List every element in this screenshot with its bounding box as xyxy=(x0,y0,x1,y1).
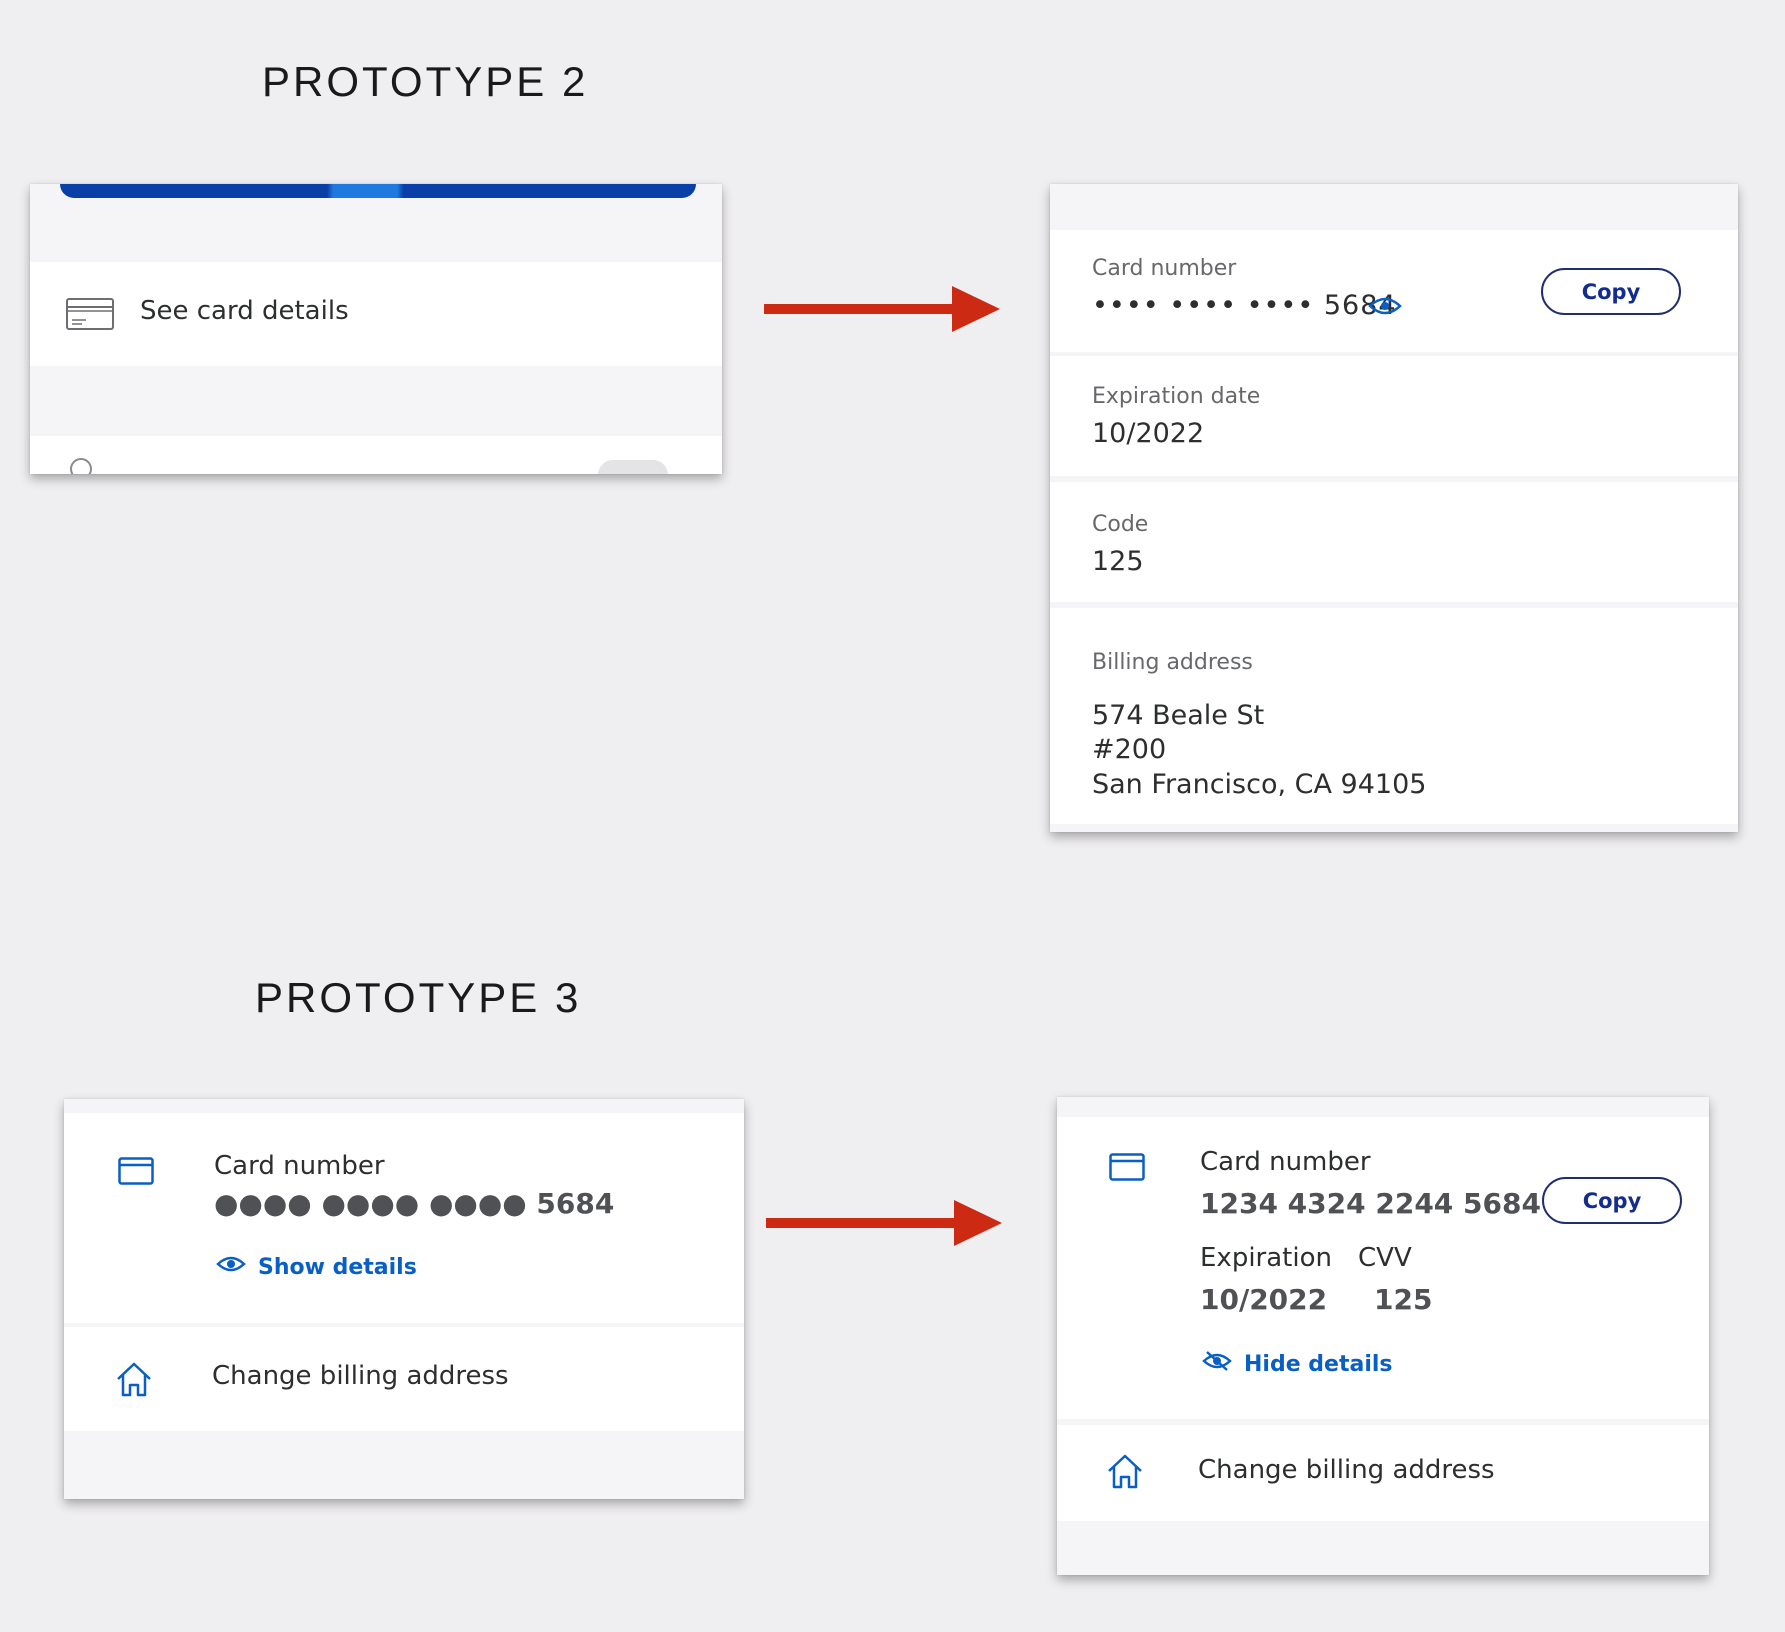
code-label: Code xyxy=(1092,512,1149,537)
toggle-switch[interactable] xyxy=(598,460,668,474)
billing-line-1: 574 Beale St xyxy=(1092,700,1265,731)
card-number-row: Card number •••• •••• •••• 5684 Copy xyxy=(1050,230,1738,352)
card-number-label: Card number xyxy=(1200,1147,1371,1177)
change-billing-label: Change billing address xyxy=(1198,1455,1495,1485)
expiration-row: Expiration date 10/2022 xyxy=(1050,356,1738,476)
card-number-value: •••• •••• •••• 5684 xyxy=(1092,290,1397,321)
p2-after-panel: Card number •••• •••• •••• 5684 Copy Exp… xyxy=(1050,184,1738,832)
see-card-details-label: See card details xyxy=(140,296,349,326)
partial-row xyxy=(30,436,722,474)
eye-icon[interactable] xyxy=(1368,294,1402,322)
card-outline-icon xyxy=(66,298,114,334)
eye-off-icon xyxy=(1202,1349,1232,1379)
arrow-right-icon xyxy=(764,286,1000,332)
home-icon xyxy=(1105,1451,1145,1495)
code-row: Code 125 xyxy=(1050,482,1738,602)
code-value: 125 xyxy=(1092,546,1144,577)
p3-after-panel: Card number 1234 4324 2244 5684 Copy Exp… xyxy=(1057,1097,1709,1575)
see-card-details-row[interactable]: See card details xyxy=(30,262,722,366)
card-number-full: 1234 4324 2244 5684 xyxy=(1200,1187,1541,1220)
copy-button[interactable]: Copy xyxy=(1541,268,1681,315)
expiration-value: 10/2022 xyxy=(1092,418,1205,449)
copy-button[interactable]: Copy xyxy=(1542,1177,1682,1224)
change-billing-row[interactable]: Change billing address xyxy=(64,1327,744,1431)
cvv-value: 125 xyxy=(1374,1283,1433,1316)
prototype-2-heading: PROTOTYPE 2 xyxy=(262,58,589,105)
card-number-label: Card number xyxy=(214,1151,385,1181)
card-icon xyxy=(118,1157,154,1189)
change-billing-label: Change billing address xyxy=(212,1361,509,1391)
card-icon xyxy=(1109,1153,1145,1185)
expiration-value: 10/2022 xyxy=(1200,1283,1328,1316)
expiration-label: Expiration date xyxy=(1092,384,1261,409)
fingerprint-icon xyxy=(70,458,92,474)
billing-line-3: San Francisco, CA 94105 xyxy=(1092,769,1427,800)
billing-address-label: Billing address xyxy=(1092,650,1253,675)
hide-details-link[interactable]: Hide details xyxy=(1202,1349,1393,1379)
card-number-row: Card number ●●●● ●●●● ●●●● 5684 Show det… xyxy=(64,1113,744,1323)
p2-before-panel: See card details xyxy=(30,184,722,474)
hide-details-label: Hide details xyxy=(1244,1351,1393,1377)
card-number-masked: ●●●● ●●●● ●●●● 5684 xyxy=(214,1187,615,1220)
billing-line-2: #200 xyxy=(1092,734,1167,765)
show-details-link[interactable]: Show details xyxy=(216,1253,417,1281)
change-billing-row[interactable]: Change billing address xyxy=(1057,1425,1709,1521)
card-details-row: Card number 1234 4324 2244 5684 Copy Exp… xyxy=(1057,1117,1709,1419)
expiration-label: Expiration xyxy=(1200,1243,1332,1273)
show-details-label: Show details xyxy=(258,1254,417,1280)
arrow-right-icon xyxy=(766,1200,1002,1246)
eye-icon xyxy=(216,1253,246,1281)
card-number-label: Card number xyxy=(1092,256,1237,281)
home-icon xyxy=(114,1359,154,1403)
cvv-label: CVV xyxy=(1358,1243,1412,1273)
card-image-edge xyxy=(60,184,696,198)
p3-before-panel: Card number ●●●● ●●●● ●●●● 5684 Show det… xyxy=(64,1099,744,1499)
prototype-3-heading: PROTOTYPE 3 xyxy=(255,974,582,1021)
billing-address-row: Billing address 574 Beale St #200 San Fr… xyxy=(1050,608,1738,824)
